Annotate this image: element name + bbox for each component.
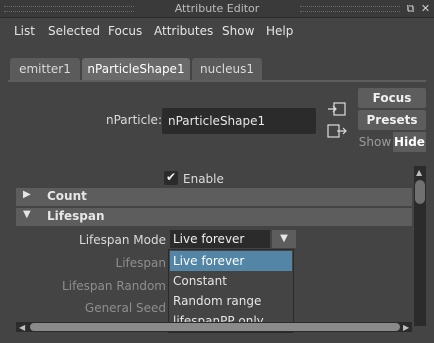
show-toggle[interactable]: Show bbox=[358, 132, 392, 152]
scroll-up-icon[interactable]: ▲ bbox=[416, 168, 422, 177]
float-window-icon[interactable]: ⧉ bbox=[404, 2, 417, 15]
node-name-field[interactable]: nParticleShape1 bbox=[162, 108, 316, 134]
focus-button[interactable]: Focus bbox=[358, 88, 426, 108]
menu-focus[interactable]: Focus bbox=[108, 24, 142, 38]
tab-nucleus1[interactable]: nucleus1 bbox=[192, 58, 262, 80]
section-lifespan[interactable]: ▼ Lifespan bbox=[16, 208, 412, 226]
option-live-forever[interactable]: Live forever bbox=[170, 251, 292, 271]
scroll-right-icon[interactable]: ▶ bbox=[403, 323, 409, 332]
tab-emitter1[interactable]: emitter1 bbox=[10, 58, 80, 80]
enable-checkbox[interactable]: ✔ bbox=[164, 171, 178, 185]
horizontal-scroll-thumb[interactable] bbox=[30, 323, 400, 331]
option-constant[interactable]: Constant bbox=[170, 271, 292, 291]
tab-nparticleshape1[interactable]: nParticleShape1 bbox=[82, 58, 190, 80]
dropdown-arrow-icon[interactable]: ▼ bbox=[272, 230, 296, 248]
collapsed-arrow-icon: ▶ bbox=[23, 189, 31, 200]
vertical-scroll-thumb[interactable] bbox=[415, 180, 425, 204]
hide-toggle[interactable]: Hide bbox=[393, 132, 426, 152]
section-lifespan-label: Lifespan bbox=[47, 209, 105, 223]
node-name-label: nParticle: bbox=[106, 113, 162, 127]
menu-help[interactable]: Help bbox=[266, 24, 293, 38]
lifespan-mode-dropdown: Live forever Constant Random range lifes… bbox=[168, 249, 294, 333]
enable-label: Enable bbox=[183, 172, 224, 186]
general-seed-label: General Seed bbox=[84, 301, 166, 315]
option-random-range[interactable]: Random range bbox=[170, 291, 292, 311]
lifespan-label: Lifespan bbox=[115, 256, 166, 270]
lifespan-mode-label: Lifespan Mode bbox=[79, 233, 166, 247]
output-connections-icon[interactable] bbox=[327, 122, 347, 140]
menu-selected[interactable]: Selected bbox=[48, 24, 100, 38]
lifespan-random-label: Lifespan Random bbox=[62, 279, 166, 293]
lifespan-mode-select[interactable]: Live forever bbox=[170, 230, 270, 248]
close-icon[interactable]: ✕ bbox=[419, 2, 432, 15]
menu-attributes[interactable]: Attributes bbox=[154, 24, 213, 38]
section-count-label: Count bbox=[47, 189, 87, 203]
title-bar: Attribute Editor ⧉ ✕ bbox=[0, 0, 434, 18]
title-grip-right bbox=[300, 6, 400, 12]
scroll-left-icon[interactable]: ◀ bbox=[19, 323, 25, 332]
input-connections-icon[interactable] bbox=[327, 100, 347, 118]
presets-button[interactable]: Presets bbox=[358, 110, 426, 130]
tab-underline bbox=[8, 80, 426, 82]
menu-show[interactable]: Show bbox=[222, 24, 254, 38]
section-count[interactable]: ▶ Count bbox=[16, 188, 412, 206]
menu-list[interactable]: List bbox=[14, 24, 35, 38]
expanded-arrow-icon: ▼ bbox=[23, 209, 31, 220]
menu-bar: List Selected Focus Attributes Show Help bbox=[0, 18, 434, 44]
